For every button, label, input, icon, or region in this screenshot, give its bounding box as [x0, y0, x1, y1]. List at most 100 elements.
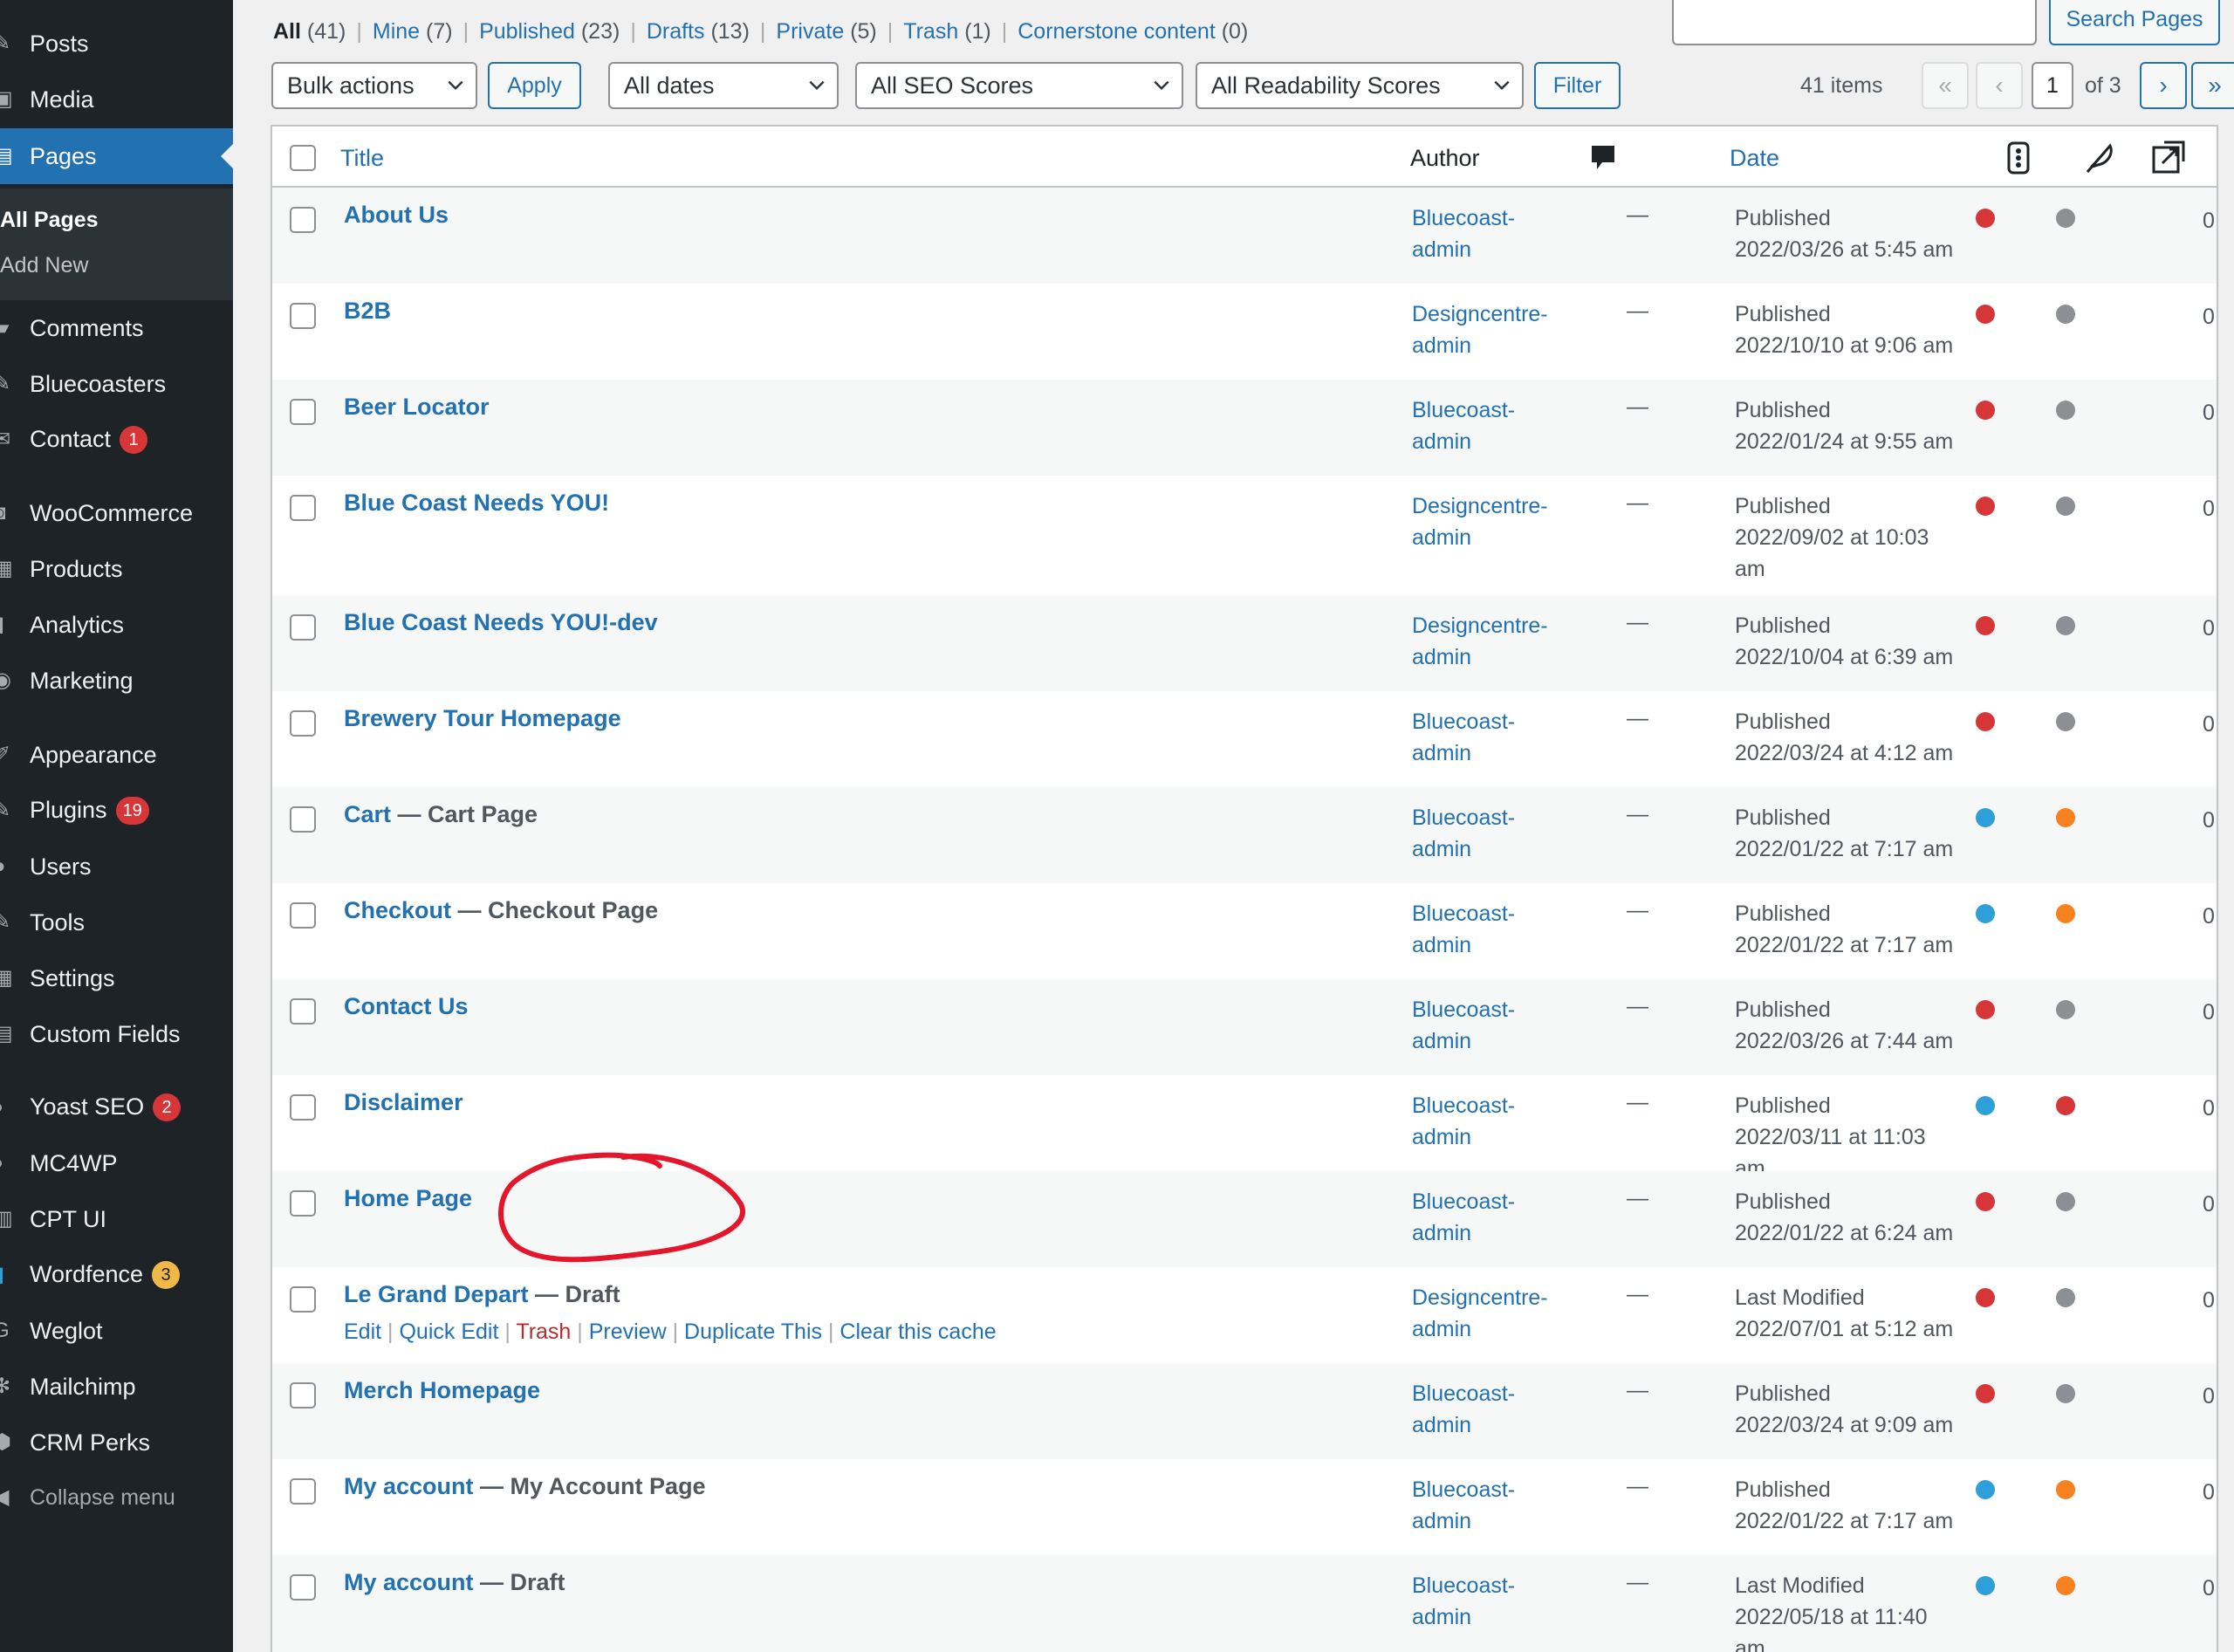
column-date[interactable]: Date — [1730, 145, 1779, 172]
current-page-input[interactable]: 1 — [2032, 62, 2073, 109]
menu-item-marketing[interactable]: ◉ Marketing — [0, 653, 233, 709]
menu-item-cpt-ui[interactable]: ▥ CPT UI — [0, 1191, 233, 1247]
row-action-clear-cache[interactable]: Clear this cache — [839, 1320, 996, 1344]
page-title-link[interactable]: Beer Locator — [344, 394, 490, 420]
menu-item-posts[interactable]: ✎ Posts — [0, 16, 233, 72]
menu-item-mc4wp[interactable]: ◗ MC4WP — [0, 1135, 233, 1191]
menu-item-settings[interactable]: ▦ Settings — [0, 950, 233, 1006]
row-checkbox[interactable] — [290, 614, 316, 641]
author-link[interactable]: Bluecoast-admin — [1412, 202, 1515, 265]
last-page-button[interactable]: » — [2191, 62, 2234, 109]
column-title[interactable]: Title — [340, 145, 384, 172]
row-checkbox[interactable] — [290, 998, 316, 1025]
menu-item-tools[interactable]: ✎ Tools — [0, 895, 233, 950]
row-action-trash[interactable]: Trash — [516, 1320, 571, 1344]
menu-item-contact[interactable]: ✉ Contact 1 — [0, 412, 233, 468]
menu-item-pages[interactable]: ▤ Pages — [0, 128, 233, 184]
author-link[interactable]: Bluecoast-admin — [1412, 1570, 1515, 1633]
row-checkbox[interactable] — [290, 303, 316, 329]
menu-item-bluecoasters[interactable]: ✎ Bluecoasters — [0, 356, 233, 412]
submenu-add-new[interactable]: Add New — [0, 253, 88, 278]
row-action-duplicate[interactable]: Duplicate This — [684, 1320, 822, 1344]
view-trash[interactable]: Trash — [903, 19, 958, 44]
submenu-all-pages[interactable]: All Pages — [0, 208, 99, 233]
page-title-link[interactable]: Cart — [344, 801, 391, 827]
author-link[interactable]: Bluecoast-admin — [1412, 898, 1515, 961]
seo-scores-select[interactable]: All SEO Scores — [855, 62, 1183, 109]
row-action-quick-edit[interactable]: Quick Edit — [399, 1320, 498, 1344]
menu-item-wordfence[interactable]: ▮ Wordfence 3 — [0, 1247, 233, 1303]
view-all[interactable]: All — [273, 19, 301, 44]
page-title-link[interactable]: About Us — [344, 202, 449, 228]
readability-scores-select[interactable]: All Readability Scores — [1196, 62, 1524, 109]
select-all-checkbox[interactable] — [290, 145, 316, 171]
page-title-link[interactable]: Blue Coast Needs YOU!-dev — [344, 609, 658, 635]
view-drafts[interactable]: Drafts — [647, 19, 705, 44]
search-pages-button[interactable]: Search Pages — [2049, 0, 2220, 45]
row-action-preview[interactable]: Preview — [589, 1320, 667, 1344]
view-cornerstone[interactable]: Cornerstone content — [1018, 19, 1216, 44]
menu-item-comments[interactable]: ▰ Comments — [0, 300, 233, 356]
page-title-link[interactable]: Le Grand Depart — [344, 1281, 529, 1307]
row-checkbox[interactable] — [290, 1286, 316, 1313]
menu-item-weglot[interactable]: G Weglot — [0, 1303, 233, 1359]
view-private[interactable]: Private — [776, 19, 844, 44]
menu-item-custom-fields[interactable]: ▤ Custom Fields — [0, 1006, 233, 1062]
menu-item-users[interactable]: ● Users — [0, 839, 233, 895]
menu-item-media[interactable]: ▣ Media — [0, 72, 233, 127]
collapse-menu-button[interactable]: ◀ Collapse menu — [0, 1470, 233, 1525]
author-link[interactable]: Designcentre-admin — [1412, 298, 1548, 361]
page-title-link[interactable]: B2B — [344, 298, 391, 324]
menu-item-products[interactable]: ▦ Products — [0, 541, 233, 597]
author-link[interactable]: Bluecoast-admin — [1412, 1474, 1515, 1537]
row-checkbox[interactable] — [290, 902, 316, 929]
page-title-link[interactable]: My account — [344, 1569, 474, 1595]
next-page-button[interactable]: › — [2140, 62, 2187, 109]
page-title-link[interactable]: Blue Coast Needs YOU! — [344, 490, 609, 516]
search-input[interactable] — [1672, 0, 2037, 45]
author-link[interactable]: Bluecoast-admin — [1412, 706, 1515, 769]
apply-button[interactable]: Apply — [488, 62, 581, 109]
menu-item-crm-perks[interactable]: ⬢ CRM Perks — [0, 1415, 233, 1470]
row-checkbox[interactable] — [290, 1190, 316, 1217]
page-title-link[interactable]: Merch Homepage — [344, 1377, 540, 1403]
dates-select[interactable]: All dates — [608, 62, 839, 109]
menu-item-appearance[interactable]: ✐ Appearance — [0, 727, 233, 783]
author-link[interactable]: Designcentre-admin — [1412, 1282, 1548, 1345]
view-mine[interactable]: Mine — [373, 19, 420, 44]
page-title-link[interactable]: Contact Us — [344, 993, 469, 1019]
page-title-link[interactable]: My account — [344, 1473, 474, 1499]
row-checkbox[interactable] — [290, 806, 316, 833]
menu-item-plugins[interactable]: ✎ Plugins 19 — [0, 783, 233, 839]
row-checkbox[interactable] — [290, 495, 316, 521]
menu-item-mailchimp[interactable]: ✻ Mailchimp — [0, 1359, 233, 1415]
author-link[interactable]: Designcentre-admin — [1412, 610, 1548, 673]
view-published[interactable]: Published — [479, 19, 575, 44]
row-checkbox[interactable] — [290, 710, 316, 737]
page-title-link[interactable]: Home Page — [344, 1185, 472, 1211]
author-link[interactable]: Bluecoast-admin — [1412, 1090, 1515, 1153]
author-link[interactable]: Designcentre-admin — [1412, 490, 1548, 553]
page-title-link[interactable]: Disclaimer — [344, 1089, 463, 1115]
menu-item-yoast-seo[interactable]: ◗ Yoast SEO 2 — [0, 1080, 233, 1135]
first-page-button[interactable]: « — [1922, 62, 1969, 109]
page-title-link[interactable]: Checkout — [344, 897, 451, 923]
row-checkbox[interactable] — [290, 1094, 316, 1121]
author-link[interactable]: Bluecoast-admin — [1412, 802, 1515, 865]
page-title-link[interactable]: Brewery Tour Homepage — [344, 705, 621, 731]
row-checkbox[interactable] — [290, 207, 316, 233]
author-link[interactable]: Bluecoast-admin — [1412, 394, 1515, 457]
row-action-edit[interactable]: Edit — [344, 1320, 381, 1344]
author-link[interactable]: Bluecoast-admin — [1412, 1186, 1515, 1249]
filter-button[interactable]: Filter — [1534, 62, 1621, 109]
row-checkbox[interactable] — [290, 1478, 316, 1505]
author-link[interactable]: Bluecoast-admin — [1412, 994, 1515, 1057]
row-checkbox[interactable] — [290, 1382, 316, 1409]
prev-page-button[interactable]: ‹ — [1976, 62, 2023, 109]
row-checkbox[interactable] — [290, 399, 316, 425]
bulk-actions-select[interactable]: Bulk actions — [271, 62, 477, 109]
row-checkbox[interactable] — [290, 1574, 316, 1601]
menu-item-woocommerce[interactable]: ◙ WooCommerce — [0, 485, 233, 541]
menu-item-analytics[interactable]: ▮ Analytics — [0, 597, 233, 653]
author-link[interactable]: Bluecoast-admin — [1412, 1378, 1515, 1441]
